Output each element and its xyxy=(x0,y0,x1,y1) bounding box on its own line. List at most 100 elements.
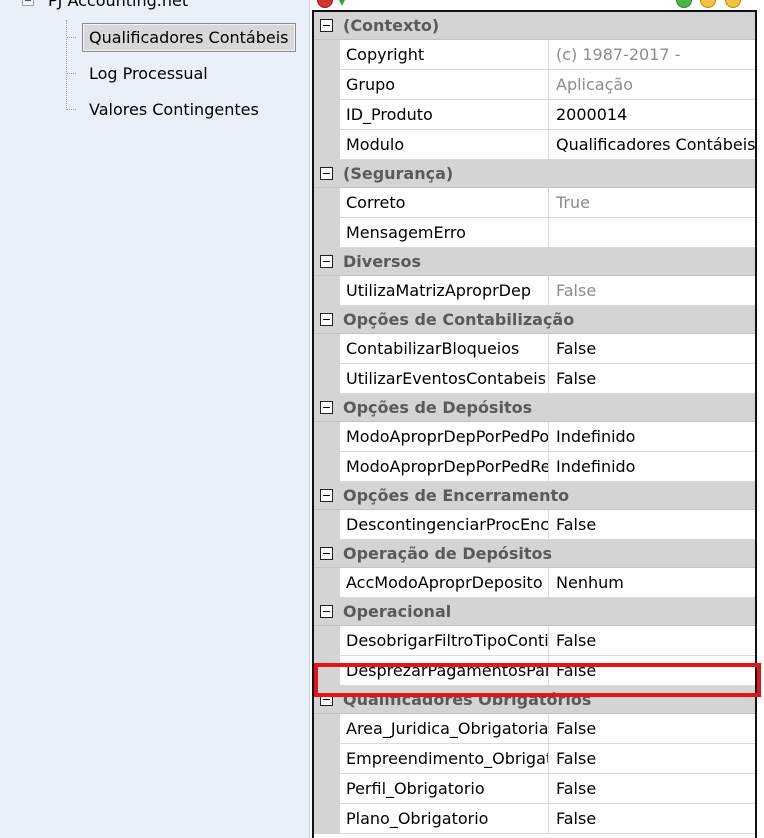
property-name[interactable]: DescontingenciarProcEnc xyxy=(340,510,549,540)
row-gutter xyxy=(314,364,340,394)
collapse-icon[interactable] xyxy=(320,547,333,560)
property-name[interactable]: DesprezarPagamentosPar xyxy=(340,656,549,686)
property-name[interactable]: ContabilizarBloqueios xyxy=(340,334,549,364)
property-name[interactable]: Correto xyxy=(340,188,549,218)
property-row[interactable]: DescontingenciarProcEnc False xyxy=(314,510,755,540)
row-gutter xyxy=(314,774,340,804)
category-header[interactable]: Operação de Depósitos xyxy=(314,540,755,568)
property-name[interactable]: ID_Produto xyxy=(340,100,549,130)
property-row[interactable]: UtilizaMatrizAproprDep False xyxy=(314,276,755,306)
property-row[interactable]: Perfil_Obrigatorio False xyxy=(314,774,755,804)
delete-icon[interactable] xyxy=(317,0,333,8)
property-value[interactable]: Nenhum xyxy=(549,568,755,598)
property-row[interactable]: UtilizarEventosContabeis False xyxy=(314,364,755,394)
property-name[interactable]: Empreendimento_Obrigat xyxy=(340,744,549,774)
tree-root[interactable]: PJ Accounting.net xyxy=(22,0,188,10)
property-value[interactable]: False xyxy=(549,364,755,394)
property-row[interactable]: ModoAproprDepPorPedRe Indefinido xyxy=(314,452,755,482)
tree-item-label: Log Processual xyxy=(89,63,208,83)
tree-item-valores-contingentes[interactable]: Valores Contingentes xyxy=(66,94,266,124)
add-icon[interactable] xyxy=(676,0,692,8)
property-name[interactable]: Grupo xyxy=(340,70,549,100)
property-name[interactable]: UtilizarEventosContabeis xyxy=(340,364,549,394)
property-name[interactable]: Area_Juridica_Obrigatoria xyxy=(340,714,549,744)
category-header[interactable]: Opções de Depósitos xyxy=(314,394,755,422)
category-header[interactable]: Qualificadores Obrigatórios xyxy=(314,686,755,714)
property-row[interactable]: AccModoAproprDeposito Nenhum xyxy=(314,568,755,598)
property-value[interactable]: Indefinido xyxy=(549,452,755,482)
collapse-icon[interactable] xyxy=(320,605,333,618)
row-gutter xyxy=(314,40,340,70)
property-name[interactable]: Perfil_Obrigatorio xyxy=(340,774,549,804)
property-row[interactable]: Modulo Qualificadores Contábeis xyxy=(314,130,755,160)
property-name[interactable]: ModoAproprDepPorPedPo xyxy=(340,422,549,452)
collapse-icon[interactable] xyxy=(320,401,333,414)
property-value[interactable]: False xyxy=(549,774,755,804)
row-gutter xyxy=(314,422,340,452)
property-value[interactable]: 2000014 xyxy=(549,100,755,130)
property-value[interactable]: False xyxy=(549,656,755,686)
row-gutter xyxy=(314,804,340,834)
property-name[interactable]: Copyright xyxy=(340,40,549,70)
collapse-icon[interactable] xyxy=(320,167,333,180)
property-value[interactable]: False xyxy=(549,276,755,306)
collapse-icon[interactable] xyxy=(320,693,333,706)
collapse-icon[interactable] xyxy=(22,0,34,6)
property-name[interactable]: AccModoAproprDeposito xyxy=(340,568,549,598)
property-name[interactable]: ModoAproprDepPorPedRe xyxy=(340,452,549,482)
property-row[interactable]: Copyright (c) 1987-2017 - xyxy=(314,40,755,70)
category-header[interactable]: Diversos xyxy=(314,248,755,276)
row-gutter xyxy=(314,100,340,130)
property-name[interactable]: Plano_Obrigatorio xyxy=(340,804,549,834)
property-value[interactable]: False xyxy=(549,804,755,834)
property-row[interactable]: Grupo Aplicação xyxy=(314,70,755,100)
property-name[interactable]: MensagemErro xyxy=(340,218,549,248)
property-row[interactable]: MensagemErro xyxy=(314,218,755,248)
collapse-icon[interactable] xyxy=(320,489,333,502)
category-label: Opções de Depósitos xyxy=(343,398,533,417)
folder-icon[interactable] xyxy=(700,0,716,8)
property-value[interactable] xyxy=(549,218,755,248)
tree-item-log-processual[interactable]: Log Processual xyxy=(66,58,215,88)
category-label: Opções de Encerramento xyxy=(343,486,570,505)
property-name[interactable]: UtilizaMatrizAproprDep xyxy=(340,276,549,306)
property-row[interactable]: Plano_Obrigatorio False xyxy=(314,804,755,834)
property-value[interactable]: False xyxy=(549,714,755,744)
property-value[interactable]: True xyxy=(549,188,755,218)
property-row[interactable]: Area_Juridica_Obrigatoria False xyxy=(314,714,755,744)
category-header[interactable]: (Segurança) xyxy=(314,160,755,188)
property-value[interactable]: Indefinido xyxy=(549,422,755,452)
property-row[interactable]: ContabilizarBloqueios False xyxy=(314,334,755,364)
property-value[interactable]: Aplicação xyxy=(549,70,755,100)
property-row[interactable]: ModoAproprDepPorPedPo Indefinido xyxy=(314,422,755,452)
property-name[interactable]: Modulo xyxy=(340,130,549,160)
collapse-icon[interactable] xyxy=(320,255,333,268)
property-value[interactable]: (c) 1987-2017 - xyxy=(549,40,755,70)
property-row[interactable]: Empreendimento_Obrigat False xyxy=(314,744,755,774)
property-row[interactable]: DesprezarPagamentosPar False xyxy=(314,656,755,686)
property-row[interactable]: Correto True xyxy=(314,188,755,218)
property-value[interactable]: False xyxy=(549,334,755,364)
property-value[interactable]: Qualificadores Contábeis xyxy=(549,130,755,160)
category-label: (Contexto) xyxy=(343,16,440,35)
property-name[interactable]: DesobrigarFiltroTipoConti xyxy=(340,626,549,656)
category-header[interactable]: Opções de Encerramento xyxy=(314,482,755,510)
property-value[interactable]: False xyxy=(549,510,755,540)
property-row[interactable]: DesobrigarFiltroTipoConti False xyxy=(314,626,755,656)
category-label: Opções de Contabilização xyxy=(343,310,575,329)
collapse-icon[interactable] xyxy=(320,19,333,32)
tree-item-label: Valores Contingentes xyxy=(89,99,259,119)
category-header[interactable]: (Contexto) xyxy=(314,12,755,40)
category-header[interactable]: Opções de Contabilização xyxy=(314,306,755,334)
property-row[interactable]: ID_Produto 2000014 xyxy=(314,100,755,130)
folder-open-icon[interactable] xyxy=(725,0,741,8)
tree-item-qualificadores-contabeis[interactable]: Qualificadores Contábeis xyxy=(66,22,296,52)
row-gutter xyxy=(314,218,340,248)
property-value[interactable]: False xyxy=(549,744,755,774)
row-gutter xyxy=(314,452,340,482)
refresh-icon[interactable] xyxy=(336,0,348,6)
property-value[interactable]: False xyxy=(549,626,755,656)
category-header[interactable]: Operacional xyxy=(314,598,755,626)
row-gutter xyxy=(314,334,340,364)
collapse-icon[interactable] xyxy=(320,313,333,326)
